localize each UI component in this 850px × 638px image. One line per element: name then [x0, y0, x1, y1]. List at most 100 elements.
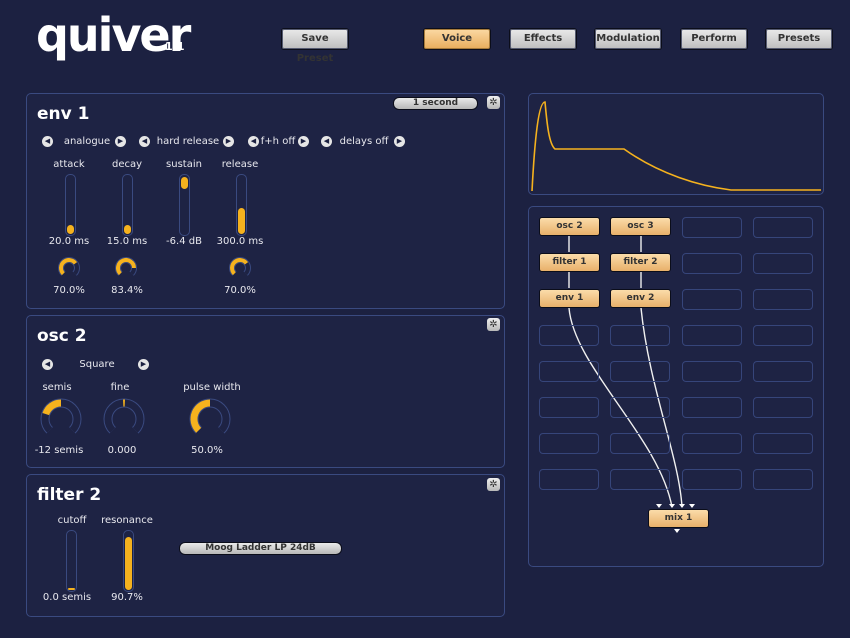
- slider-label: release: [221, 159, 259, 170]
- knob-label: semis: [42, 382, 72, 393]
- filter2-panel: filter 2 ✲ cutoff resonance 0.0 semis 90…: [26, 474, 505, 617]
- time-scale-button[interactable]: 1 second: [393, 97, 478, 110]
- delays-selector-value: delays off: [339, 136, 389, 147]
- envelope-curve: [531, 101, 821, 192]
- routing-slot[interactable]: [610, 397, 670, 418]
- routing-slot[interactable]: [682, 469, 742, 490]
- routing-node[interactable]: filter 2: [610, 253, 671, 272]
- routing-slot[interactable]: [682, 433, 742, 454]
- next-arrow-icon[interactable]: ▶: [394, 136, 405, 147]
- routing-slot[interactable]: [753, 469, 813, 490]
- attack-curve-value: 70.0%: [53, 285, 85, 296]
- next-arrow-icon[interactable]: ▶: [223, 136, 234, 147]
- fh-selector-value: f+h off: [260, 136, 296, 147]
- routing-slot[interactable]: [539, 433, 599, 454]
- tab-presets[interactable]: Presets: [765, 28, 833, 50]
- slider-fill: [125, 537, 132, 590]
- envelope-preview: [528, 93, 824, 195]
- routing-slot[interactable]: [539, 325, 599, 346]
- release-selector-value: hard release: [156, 136, 220, 147]
- panel-title: osc 2: [37, 326, 87, 346]
- slider-fill: [67, 225, 74, 234]
- routing-slot[interactable]: [610, 325, 670, 346]
- filter-type-button[interactable]: Moog Ladder LP 24dB: [179, 542, 342, 555]
- prev-arrow-icon[interactable]: ◀: [42, 136, 53, 147]
- next-arrow-icon[interactable]: ▶: [115, 136, 126, 147]
- input-arrow-icon: [656, 504, 662, 508]
- routing-slot[interactable]: [753, 397, 813, 418]
- resonance-slider[interactable]: [123, 530, 134, 592]
- save-preset-button[interactable]: Save Preset: [281, 28, 349, 64]
- prev-arrow-icon[interactable]: ◀: [42, 359, 53, 370]
- attack-value: 20.0 ms: [48, 236, 90, 247]
- attack-slider[interactable]: [65, 174, 76, 236]
- release-curve-knob[interactable]: [228, 256, 252, 280]
- slider-fill: [181, 177, 188, 189]
- routing-slot[interactable]: [610, 361, 670, 382]
- prev-arrow-icon[interactable]: ◀: [139, 136, 150, 147]
- next-arrow-icon[interactable]: ▶: [298, 136, 309, 147]
- routing-slot[interactable]: [753, 325, 813, 346]
- sustain-slider[interactable]: [179, 174, 190, 236]
- routing-node[interactable]: osc 2: [539, 217, 600, 236]
- release-value: 300.0 ms: [216, 236, 264, 247]
- slider-label: cutoff: [57, 515, 87, 526]
- pulse-width-value: 50.0%: [191, 445, 223, 456]
- routing-slot[interactable]: [682, 361, 742, 382]
- slider-fill: [124, 225, 131, 234]
- semis-knob[interactable]: [40, 398, 82, 439]
- fine-knob[interactable]: [103, 398, 145, 439]
- decay-curve-knob[interactable]: [114, 256, 138, 280]
- slider-label: resonance: [101, 515, 153, 526]
- attack-curve-knob[interactable]: [57, 256, 81, 280]
- settings-icon[interactable]: ✲: [487, 318, 500, 331]
- routing-slot[interactable]: [682, 289, 742, 310]
- settings-icon[interactable]: ✲: [487, 478, 500, 491]
- release-curve-value: 70.0%: [224, 285, 256, 296]
- cutoff-value: 0.0 semis: [42, 592, 92, 603]
- input-arrow-icon: [669, 504, 675, 508]
- decay-slider[interactable]: [122, 174, 133, 236]
- knob-label: fine: [110, 382, 130, 393]
- panel-title: env 1: [37, 104, 90, 124]
- tab-voice[interactable]: Voice: [423, 28, 491, 50]
- routing-slot[interactable]: [682, 397, 742, 418]
- routing-slot[interactable]: [539, 397, 599, 418]
- next-arrow-icon[interactable]: ▶: [138, 359, 149, 370]
- tab-perform[interactable]: Perform: [680, 28, 748, 50]
- release-slider[interactable]: [236, 174, 247, 236]
- routing-node[interactable]: osc 3: [610, 217, 671, 236]
- tab-effects[interactable]: Effects: [509, 28, 577, 50]
- routing-slot[interactable]: [753, 289, 813, 310]
- routing-slot[interactable]: [753, 433, 813, 454]
- routing-slot[interactable]: [610, 469, 670, 490]
- knob-value-arc: [42, 399, 62, 416]
- input-arrow-icon: [679, 504, 685, 508]
- routing-node-mix[interactable]: mix 1: [648, 509, 709, 528]
- routing-slot[interactable]: [753, 217, 813, 238]
- routing-slot[interactable]: [753, 253, 813, 274]
- routing-slot[interactable]: [682, 325, 742, 346]
- routing-node[interactable]: env 1: [539, 289, 600, 308]
- routing-slot[interactable]: [753, 361, 813, 382]
- routing-node[interactable]: env 2: [610, 289, 671, 308]
- slider-label: decay: [111, 159, 143, 170]
- routing-slot[interactable]: [682, 217, 742, 238]
- routing-slot[interactable]: [539, 361, 599, 382]
- fine-value: 0.000: [107, 445, 137, 456]
- routing-matrix: osc 2 osc 3 filter 1 filter 2 env 1 env 2 mix …: [528, 206, 824, 567]
- routing-slot[interactable]: [682, 253, 742, 274]
- tab-modulation[interactable]: Modulation: [594, 28, 662, 50]
- input-arrow-icon: [689, 504, 695, 508]
- routing-slot[interactable]: [539, 469, 599, 490]
- sustain-value: -6.4 dB: [166, 236, 202, 247]
- routing-slot[interactable]: [610, 433, 670, 454]
- pulse-width-knob[interactable]: [189, 398, 231, 439]
- slider-label: sustain: [166, 159, 202, 170]
- routing-node[interactable]: filter 1: [539, 253, 600, 272]
- cutoff-slider[interactable]: [66, 530, 77, 592]
- prev-arrow-icon[interactable]: ◀: [321, 136, 332, 147]
- semis-value: -12 semis: [34, 445, 84, 456]
- slider-fill: [68, 588, 75, 590]
- settings-icon[interactable]: ✲: [487, 96, 500, 109]
